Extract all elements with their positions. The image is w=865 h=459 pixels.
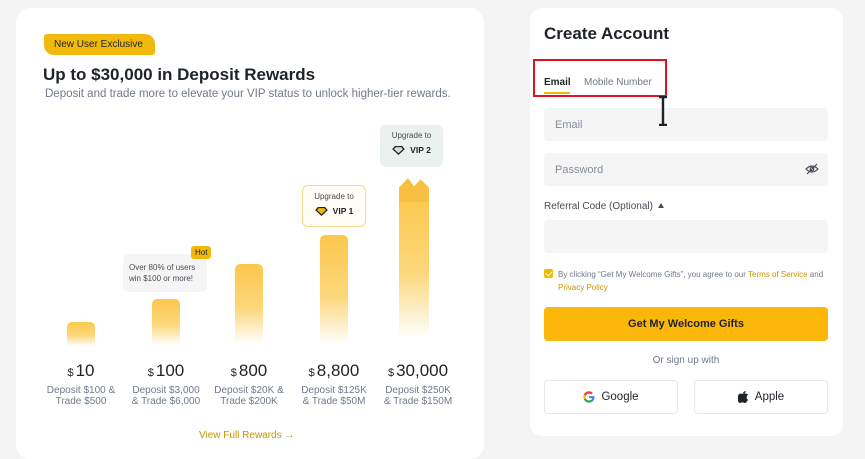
email-input[interactable] xyxy=(555,119,795,131)
tier-amount-5: $30,000 xyxy=(387,361,449,380)
apple-icon xyxy=(737,391,748,403)
rewards-panel: New User Exclusive Up to $30,000 in Depo… xyxy=(16,8,484,459)
create-account-title: Create Account xyxy=(544,24,670,43)
tier-bar-4 xyxy=(320,235,348,345)
referral-input[interactable] xyxy=(555,231,795,243)
google-signup-button[interactable]: Google xyxy=(544,380,678,414)
vip1-upgrade-text: Upgrade to xyxy=(314,192,354,201)
rewards-subtitle: Deposit and trade more to elevate your V… xyxy=(45,88,451,100)
vip1-tooltip: Upgrade to VIP 1 xyxy=(302,185,366,227)
tab-mobile-number[interactable]: Mobile Number xyxy=(584,77,652,88)
terms-checkbox[interactable] xyxy=(544,269,553,278)
privacy-policy-link[interactable]: Privacy Policy xyxy=(558,283,608,292)
apple-label: Apple xyxy=(754,391,785,403)
hot-tooltip-line2: win $100 or more! xyxy=(129,274,194,283)
referral-label: Referral Code (Optional) xyxy=(544,201,653,212)
email-field[interactable] xyxy=(544,108,828,141)
active-tab-indicator xyxy=(544,92,570,94)
tier-amount-3: $800 xyxy=(230,361,268,380)
referral-toggle[interactable]: Referral Code (Optional) xyxy=(544,201,664,212)
tier-bar-3 xyxy=(235,264,263,344)
vip2-tooltip: Upgrade to VIP 2 xyxy=(380,125,443,167)
terms-of-service-link[interactable]: Terms of Service xyxy=(748,270,808,279)
referral-field[interactable] xyxy=(544,220,828,253)
google-icon xyxy=(583,391,595,403)
create-account-panel: Create Account Email Mobile Number Refer… xyxy=(530,8,843,436)
terms-text: By clicking “Get My Welcome Gifts”, you … xyxy=(558,270,824,292)
vip1-label: VIP 1 xyxy=(332,206,354,216)
tab-email[interactable]: Email xyxy=(544,77,571,88)
tier-bar-1 xyxy=(67,322,95,346)
hot-badge: Hot xyxy=(191,246,212,259)
hot-tooltip-line1: Over 80% of users xyxy=(129,263,196,272)
password-input[interactable] xyxy=(555,164,795,176)
tier-amount-4: $8,800 xyxy=(308,361,360,380)
text-cursor-icon xyxy=(659,96,667,126)
tier-desc-2: Deposit $3,000 & Trade $6,000 xyxy=(131,385,201,407)
get-welcome-gifts-button[interactable]: Get My Welcome Gifts xyxy=(544,307,828,341)
view-full-rewards-link[interactable]: View Full Rewards → xyxy=(199,430,294,441)
or-sign-up-text: Or sign up with xyxy=(652,355,720,366)
vip2-upgrade-text: Upgrade to xyxy=(391,131,432,140)
tier-desc-3: Deposit $20K & Trade $200K xyxy=(214,385,284,407)
new-user-badge: New User Exclusive xyxy=(44,34,155,55)
google-label: Google xyxy=(601,391,639,403)
eye-off-icon[interactable] xyxy=(805,163,819,175)
rewards-title: Up to $30,000 in Deposit Rewards xyxy=(43,65,316,84)
crown-icon xyxy=(399,178,429,202)
password-field[interactable] xyxy=(544,153,828,186)
hot-tooltip: Over 80% of users win $100 or more! xyxy=(123,254,207,292)
tier-amount-2: $100 xyxy=(147,361,185,380)
apple-signup-button[interactable]: Apple xyxy=(694,380,828,414)
tier-desc-5: Deposit $250K & Trade $150M xyxy=(383,385,453,407)
vip2-label: VIP 2 xyxy=(410,145,431,155)
tier-desc-1: Deposit $100 & Trade $500 xyxy=(46,385,116,407)
caret-up-icon xyxy=(657,203,664,208)
tier-bar-2 xyxy=(152,299,180,345)
tier-amount-1: $10 xyxy=(67,361,95,380)
tier-desc-4: Deposit $125K & Trade $50M xyxy=(301,385,367,407)
diamond-icon xyxy=(314,206,328,216)
diamond-icon xyxy=(392,145,405,155)
tier-bar-5 xyxy=(399,178,429,338)
